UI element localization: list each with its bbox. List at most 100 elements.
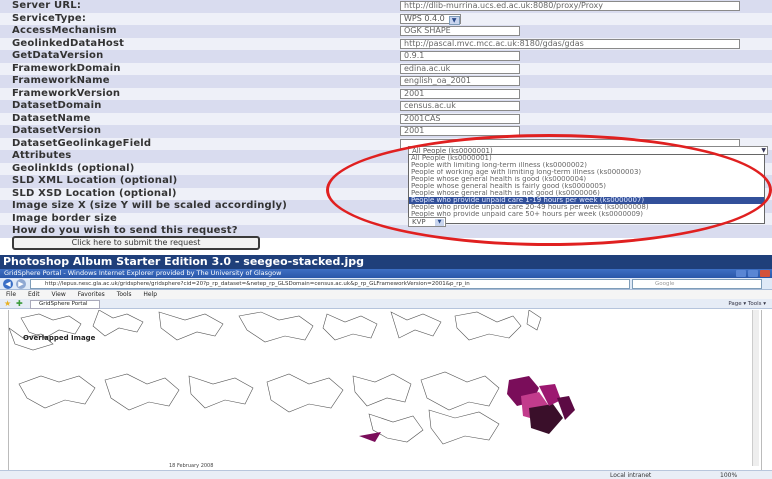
form-row-label: Server URL: — [0, 0, 380, 13]
menu-bar: File Edit View Favorites Tools Help — [0, 290, 772, 299]
form-row-value-cell: edina.ac.uk — [380, 62, 772, 75]
form-row-label: GetDataVersion — [0, 50, 380, 63]
address-bar-row: ◀ ▶ http://lepus.nesc.gla.ac.uk/gridsphe… — [0, 278, 772, 290]
menu-tools[interactable]: Tools — [117, 291, 132, 298]
toolbar-page-tools[interactable]: Page ▾ Tools ▾ — [728, 300, 766, 308]
form-row: AccessMechanism OGK SHAPE — [0, 25, 772, 38]
favorites-star-icon[interactable]: ★ — [4, 299, 11, 308]
attribute-option[interactable]: People who provide unpaid care 50+ hours… — [409, 211, 764, 218]
chevron-down-icon[interactable]: ▼ — [435, 219, 444, 226]
attribute-option[interactable]: People whose general health is not good … — [409, 190, 764, 197]
form-row-label: ServiceType: — [0, 12, 380, 25]
page-content: Overlapped Image 18 February 2008 — [8, 310, 762, 470]
form-row-label: FrameworkDomain — [0, 62, 380, 75]
form-row: GeolinkedDataHost http://pascal.mvc.mcc.a… — [0, 37, 772, 50]
menu-file[interactable]: File — [6, 291, 16, 298]
close-icon[interactable] — [760, 270, 770, 277]
form-row-value-cell: census.ac.uk — [380, 100, 772, 113]
form-row-label: DatasetGeolinkageField — [0, 137, 380, 150]
form-row-value-cell: WPS 0.4.0 ▼ — [380, 12, 772, 25]
zoom-level[interactable]: 100% — [720, 471, 737, 479]
form-input[interactable]: census.ac.uk — [400, 101, 520, 111]
attribute-option[interactable]: People of working age with limiting long… — [409, 169, 764, 176]
menu-edit[interactable]: Edit — [28, 291, 40, 298]
form-row: Server URL: http://dlib-murrina.ucs.ed.ac… — [0, 0, 772, 13]
form-row-value-cell: 2001CAS — [380, 112, 772, 125]
form-input[interactable]: 0.9.1 — [400, 51, 520, 61]
address-input[interactable]: http://lepus.nesc.gla.ac.uk/gridsphere/g… — [30, 279, 630, 289]
form-input[interactable]: 2001 — [400, 126, 520, 136]
overlapped-image-label: Overlapped Image — [23, 334, 96, 342]
form-row-label: DatasetDomain — [0, 100, 380, 113]
form-row-label: SLD XSD Location (optional) — [0, 187, 380, 200]
attribute-option[interactable]: People with limiting long-term illness (… — [409, 162, 764, 169]
attribute-option[interactable]: People whose general health is good (ks0… — [409, 176, 764, 183]
form-row: DatasetName 2001CAS — [0, 112, 772, 125]
form-row: FrameworkDomain edina.ac.uk — [0, 62, 772, 75]
attribute-option[interactable]: People who provide unpaid care 1-19 hour… — [409, 197, 764, 204]
maximize-icon[interactable] — [748, 270, 758, 277]
forward-icon[interactable]: ▶ — [16, 279, 26, 289]
form-row-value-cell: english_oa_2001 — [380, 75, 772, 88]
attribute-option[interactable]: People who provide unpaid care 20-49 hou… — [409, 204, 764, 211]
map-image — [9, 310, 575, 445]
attribute-option[interactable]: All People (ks0000001) — [409, 155, 764, 162]
chevron-down-icon[interactable]: ▼ — [448, 15, 460, 25]
search-input[interactable]: Google — [632, 279, 762, 289]
form-row-value-cell: 2001 — [380, 87, 772, 100]
form-row-label: GeolinkIds (optional) — [0, 162, 380, 175]
form-row-label: Image border size — [0, 212, 380, 225]
vertical-scrollbar[interactable] — [752, 310, 759, 466]
status-zone: Local intranet — [610, 472, 652, 479]
form-row: DatasetVersion 2001 — [0, 125, 772, 138]
attribute-option[interactable]: People whose general health is fairly go… — [409, 183, 764, 190]
add-favorite-icon[interactable]: ✚ — [16, 299, 23, 308]
minimize-icon[interactable] — [736, 270, 746, 277]
form-input[interactable]: edina.ac.uk — [400, 63, 520, 74]
form-row-label: DatasetName — [0, 112, 380, 125]
form-row: DatasetDomain census.ac.uk — [0, 100, 772, 113]
submit-request-button[interactable]: Click here to submit the request — [12, 236, 260, 250]
form-row-value-cell: 2001 — [380, 125, 772, 138]
form-row-label: Image size X (size Y will be scaled acco… — [0, 200, 380, 213]
service-type-select[interactable]: WPS 0.4.0 ▼ — [400, 13, 461, 25]
menu-view[interactable]: View — [52, 291, 66, 298]
form-row-label: SLD XML Location (optional) — [0, 175, 380, 188]
form-row-label: GeolinkedDataHost — [0, 37, 380, 50]
form-row-value-cell: 0.9.1 — [380, 50, 772, 63]
form-input[interactable]: english_oa_2001 — [400, 76, 520, 86]
form-input[interactable]: http://dlib-murrina.ucs.ed.ac.uk:8080/pr… — [400, 1, 740, 11]
send-method-value: KVP — [412, 218, 426, 226]
menu-favorites[interactable]: Favorites — [78, 291, 105, 298]
choropleth-overlay — [359, 376, 575, 442]
date-stamp: 18 February 2008 — [169, 463, 214, 469]
form-row: FrameworkName english_oa_2001 — [0, 75, 772, 88]
form-row-label: DatasetVersion — [0, 125, 380, 138]
form-input[interactable]: 2001CAS — [400, 113, 520, 124]
form-row: GetDataVersion 0.9.1 — [0, 50, 772, 63]
tab-gridsphere-portal[interactable]: GridSphere Portal — [30, 300, 100, 309]
send-method-select[interactable]: KVP ▼ — [408, 217, 446, 227]
form-row-label: FrameworkName — [0, 75, 380, 88]
map-boundaries-bottom — [18, 371, 500, 445]
service-type-value: WPS 0.4.0 — [404, 13, 445, 23]
back-icon[interactable]: ◀ — [3, 279, 13, 289]
form-row-value-cell: OGK SHAPE — [380, 25, 772, 38]
form-row-value-cell: http://pascal.mvc.mcc.ac.uk:8180/gdas/gd… — [380, 37, 772, 50]
form-input[interactable]: http://pascal.mvc.mcc.ac.uk:8180/gdas/gd… — [400, 38, 740, 49]
form-row-label: Attributes — [0, 150, 380, 163]
form-input[interactable]: OGK SHAPE — [400, 26, 520, 36]
tab-bar: ★ ✚ GridSphere Portal Page ▾ Tools ▾ — [0, 299, 772, 309]
form-row: FrameworkVersion 2001 — [0, 87, 772, 100]
form-row-label: AccessMechanism — [0, 25, 380, 38]
status-bar: Local intranet 100% — [0, 470, 772, 479]
form-row-value-cell: http://dlib-murrina.ucs.ed.ac.uk:8080/pr… — [380, 0, 772, 13]
map-boundaries-top — [9, 310, 542, 351]
form-row-label: FrameworkVersion — [0, 87, 380, 100]
attributes-dropdown-list[interactable]: All People (ks0000001) People with limiti… — [408, 154, 765, 224]
form-input[interactable]: 2001 — [400, 88, 520, 99]
browser-title-bar: GridSphere Portal - Windows Internet Exp… — [0, 269, 772, 278]
form-row: ServiceType: WPS 0.4.0 ▼ — [0, 12, 772, 25]
menu-help[interactable]: Help — [143, 291, 157, 298]
browser-title: GridSphere Portal - Windows Internet Exp… — [4, 269, 282, 277]
